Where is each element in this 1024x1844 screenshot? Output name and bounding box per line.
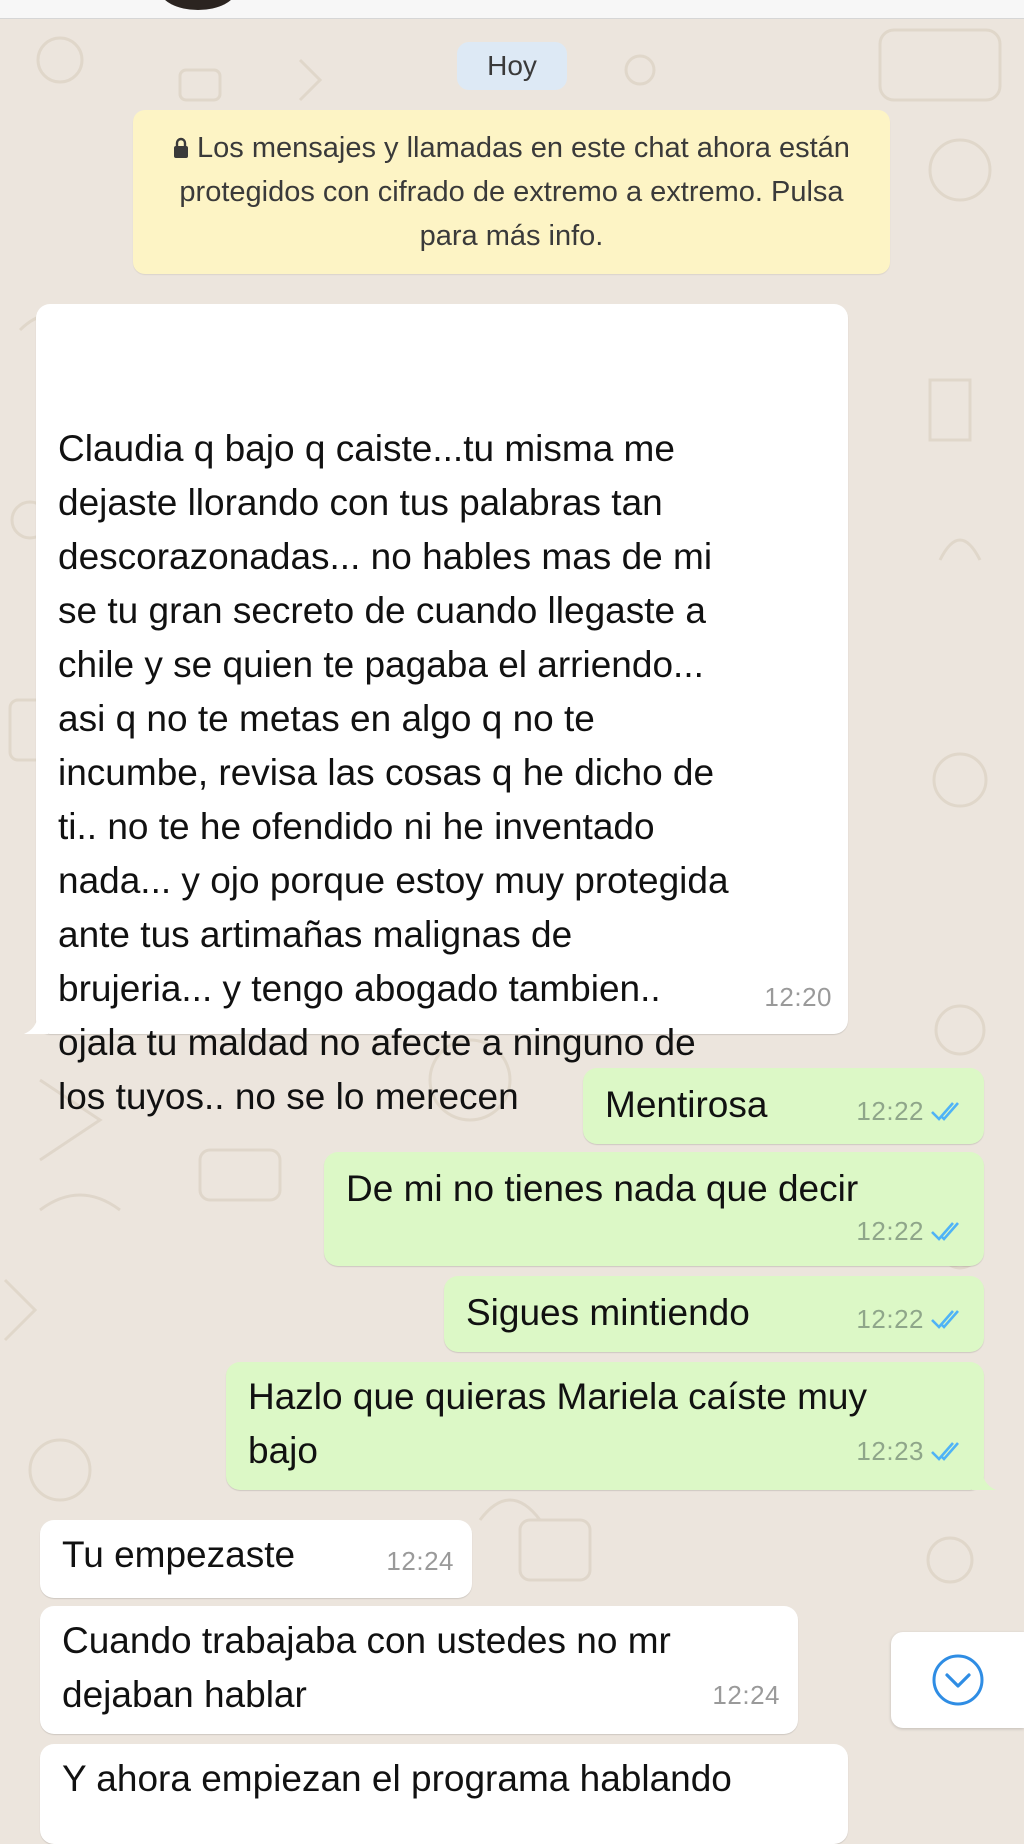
message-text: Mentirosa bbox=[605, 1084, 768, 1125]
message-text: De mi no tienes nada que decir bbox=[346, 1168, 859, 1209]
message-text: Hazlo que quieras Mariela caíste muy bajo bbox=[248, 1376, 868, 1471]
chevron-down-circle-icon bbox=[932, 1654, 983, 1706]
bubble-tail bbox=[24, 1012, 48, 1034]
message-time: 12:22 bbox=[856, 1084, 964, 1138]
message-outgoing[interactable]: Mentirosa 12:22 bbox=[583, 1068, 984, 1144]
chat-header-bar bbox=[0, 0, 1024, 19]
message-time: 12:24 bbox=[712, 1680, 780, 1710]
message-time: 12:22 bbox=[856, 1292, 964, 1346]
encryption-notice-text: Los mensajes y llamadas en este chat aho… bbox=[179, 132, 850, 252]
message-outgoing[interactable]: Sigues mintiendo 12:22 bbox=[444, 1276, 984, 1352]
message-outgoing[interactable]: Hazlo que quieras Mariela caíste muy bajo… bbox=[226, 1362, 996, 1490]
message-time: 12:20 bbox=[764, 982, 832, 1012]
double-check-icon bbox=[931, 1222, 959, 1241]
message-incoming[interactable]: Cuando trabajaba con ustedes no mr dejaba… bbox=[40, 1606, 798, 1734]
message-text: Cuando trabajaba con ustedes no mr dejaba… bbox=[62, 1620, 671, 1715]
date-separator: Hoy bbox=[457, 42, 567, 90]
double-check-icon bbox=[931, 1102, 959, 1121]
message-time: 12:22 bbox=[856, 1204, 964, 1258]
lock-icon bbox=[174, 137, 189, 158]
double-check-icon bbox=[931, 1442, 959, 1461]
message-outgoing[interactable]: De mi no tienes nada que decir 12:22 bbox=[324, 1152, 984, 1266]
message-time: 12:24 bbox=[386, 1546, 454, 1576]
message-incoming[interactable]: Tu empezaste 12:24 bbox=[40, 1520, 472, 1598]
message-incoming[interactable]: Claudia q bajo q caiste...tu misma me dej… bbox=[24, 304, 848, 1117]
bubble-tail bbox=[972, 1468, 996, 1490]
scroll-to-bottom-button[interactable] bbox=[891, 1632, 1024, 1728]
message-incoming[interactable]: Y ahora empiezan el programa hablando bbox=[40, 1744, 848, 1844]
message-text: Tu empezaste bbox=[62, 1534, 296, 1575]
message-text: Sigues mintiendo bbox=[466, 1292, 750, 1333]
double-check-icon bbox=[931, 1310, 959, 1329]
message-text: Y ahora empiezan el programa hablando bbox=[62, 1758, 732, 1799]
encryption-notice[interactable]: Los mensajes y llamadas en este chat aho… bbox=[133, 110, 890, 274]
message-time: 12:23 bbox=[856, 1424, 964, 1478]
